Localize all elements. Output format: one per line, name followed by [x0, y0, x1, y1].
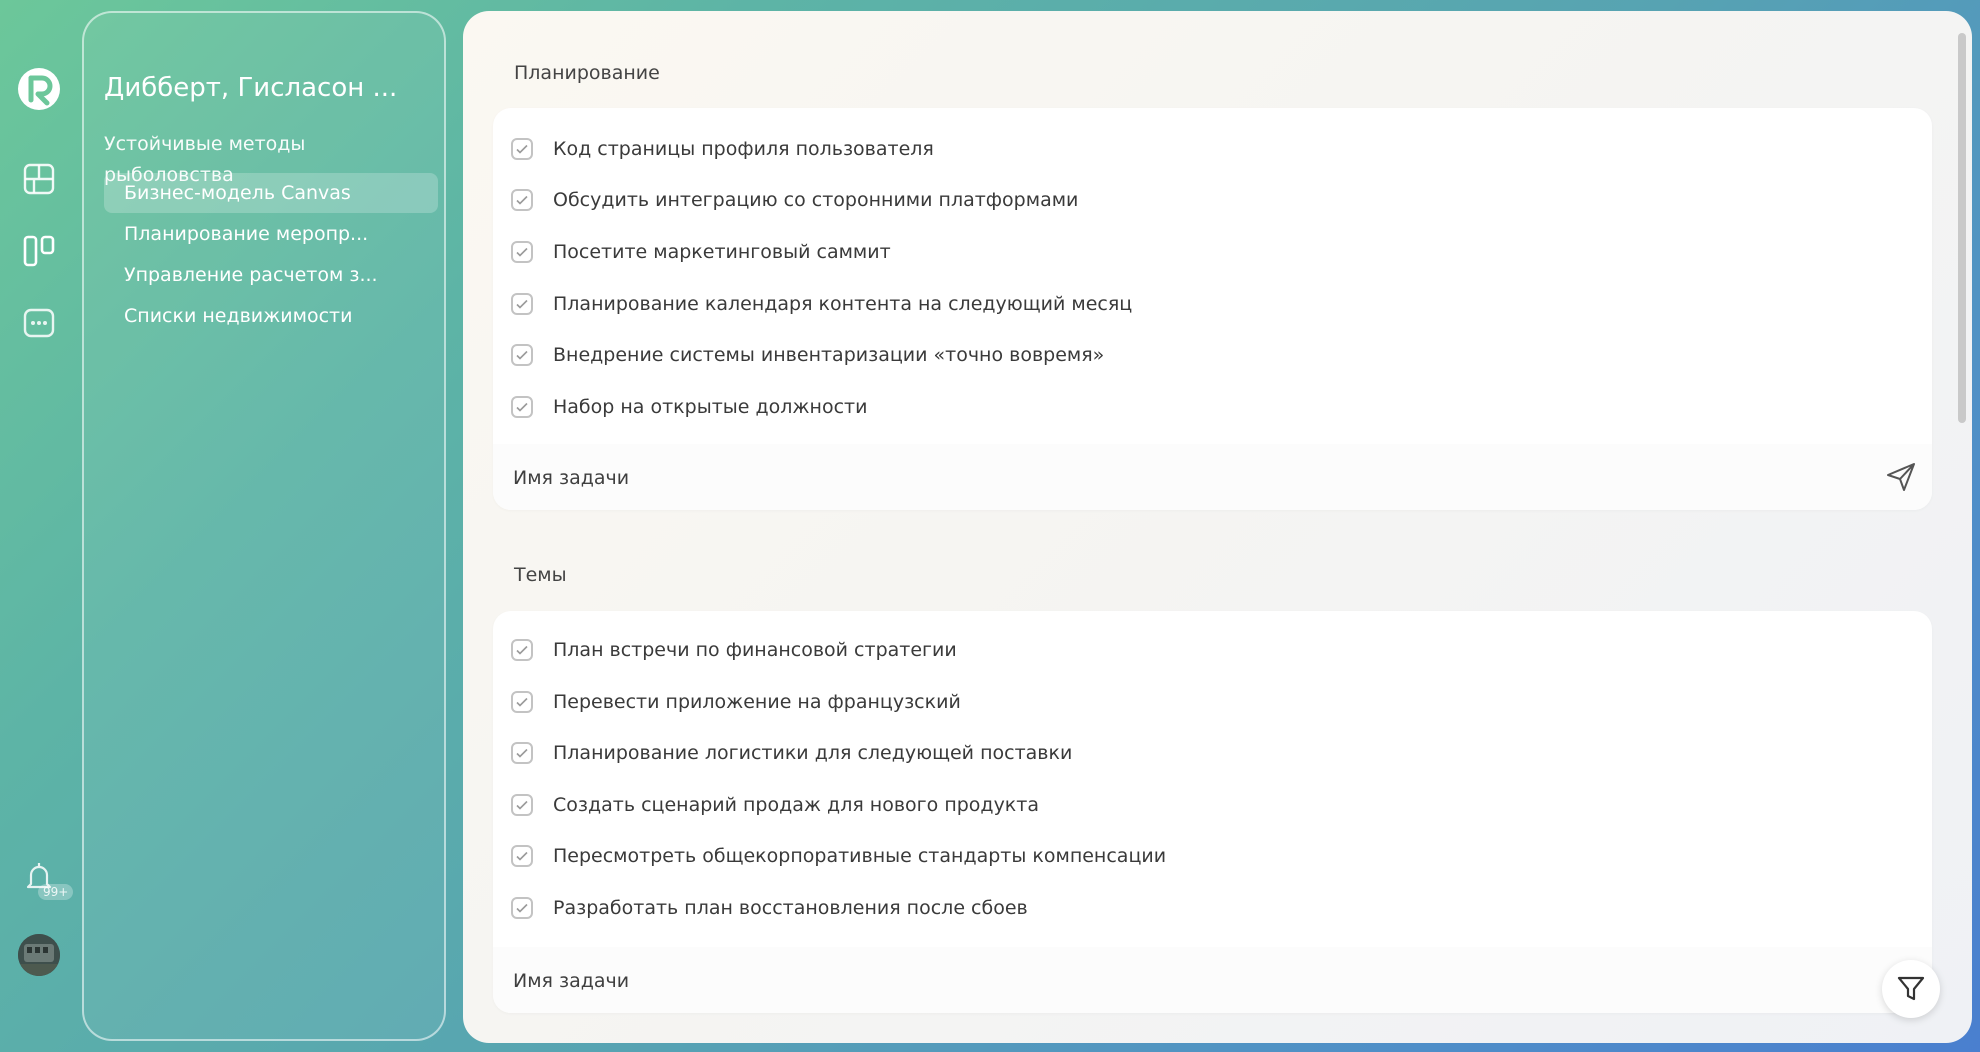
task-row[interactable]: Создать сценарий продаж для нового проду…	[511, 790, 1039, 820]
avatar[interactable]	[18, 934, 60, 976]
nav-item-business-model[interactable]: Бизнес-модель Canvas	[104, 173, 438, 213]
task-row[interactable]: Набор на открытые должности	[511, 392, 867, 422]
main-content: Планирование Код страницы профиля пользо…	[463, 11, 1972, 1043]
task-card: План встречи по финансовой стратегии Пер…	[493, 611, 1932, 1013]
task-row[interactable]: Разработать план восстановления после сб…	[511, 893, 1028, 923]
task-row[interactable]: Посетите маркетинговый саммит	[511, 237, 891, 267]
task-input-row	[493, 444, 1932, 510]
nav-item-payroll[interactable]: Управление расчетом з...	[104, 255, 438, 295]
chat-icon[interactable]	[20, 304, 58, 342]
task-label: Посетите маркетинговый саммит	[553, 241, 891, 263]
dashboard-icon[interactable]	[20, 160, 58, 198]
checkbox[interactable]	[511, 138, 533, 160]
task-label: Код страницы профиля пользователя	[553, 138, 934, 160]
task-label: Пересмотреть общекорпоративные стандарты…	[553, 845, 1167, 867]
send-icon[interactable]	[1884, 460, 1918, 494]
task-row[interactable]: Перевести приложение на французский	[511, 687, 961, 717]
task-row[interactable]: Внедрение системы инвентаризации «точно …	[511, 340, 1104, 370]
checkbox[interactable]	[511, 189, 533, 211]
checkbox[interactable]	[511, 691, 533, 713]
task-row[interactable]: Пересмотреть общекорпоративные стандарты…	[511, 841, 1166, 871]
scrollbar[interactable]	[1958, 33, 1966, 423]
nav-item-event-planning[interactable]: Планирование меропр...	[104, 214, 438, 254]
checkbox[interactable]	[511, 241, 533, 263]
task-label: Набор на открытые должности	[553, 396, 868, 418]
section-title: Темы	[514, 564, 567, 586]
filter-button[interactable]	[1882, 960, 1940, 1018]
project-panel: Дибберт, Гисласон ... Устойчивые методы …	[82, 11, 446, 1041]
checkbox[interactable]	[511, 344, 533, 366]
task-card: Код страницы профиля пользователя Обсуди…	[493, 108, 1932, 510]
icon-rail: 99+	[0, 0, 80, 1052]
filter-icon	[1897, 976, 1925, 1001]
task-row[interactable]: Планирование логистики для следующей пос…	[511, 738, 1072, 768]
nav-item-real-estate[interactable]: Списки недвижимости	[104, 296, 438, 336]
task-row[interactable]: Код страницы профиля пользователя	[511, 134, 934, 164]
project-title: Дибберт, Гисласон ...	[104, 73, 398, 103]
task-label: Обсудить интеграцию со сторонними платфо…	[553, 189, 1079, 211]
task-label: Перевести приложение на французский	[553, 691, 961, 713]
board-icon[interactable]	[20, 232, 58, 270]
task-label: Планирование календаря контента на следу…	[553, 293, 1133, 315]
task-label: План встречи по финансовой стратегии	[553, 639, 957, 661]
checkbox[interactable]	[511, 742, 533, 764]
task-row[interactable]: Планирование календаря контента на следу…	[511, 289, 1132, 319]
task-label: Планирование логистики для следующей пос…	[553, 742, 1073, 764]
checkbox[interactable]	[511, 639, 533, 661]
project-nav: Бизнес-модель Canvas Планирование меропр…	[104, 173, 438, 337]
task-row[interactable]: Обсудить интеграцию со сторонними платфо…	[511, 185, 1078, 215]
task-row[interactable]: План встречи по финансовой стратегии	[511, 635, 957, 665]
checkbox[interactable]	[511, 845, 533, 867]
task-input-row	[493, 947, 1932, 1013]
section-title: Планирование	[514, 62, 660, 84]
checkbox[interactable]	[511, 897, 533, 919]
task-label: Разработать план восстановления после сб…	[553, 897, 1028, 919]
checkbox[interactable]	[511, 794, 533, 816]
checkbox[interactable]	[511, 396, 533, 418]
task-name-input[interactable]	[511, 960, 1845, 1002]
notification-badge: 99+	[38, 884, 74, 900]
task-label: Создать сценарий продаж для нового проду…	[553, 794, 1039, 816]
logo-icon[interactable]	[16, 66, 62, 112]
task-label: Внедрение системы инвентаризации «точно …	[553, 344, 1105, 366]
task-name-input[interactable]	[511, 457, 1845, 499]
checkbox[interactable]	[511, 293, 533, 315]
